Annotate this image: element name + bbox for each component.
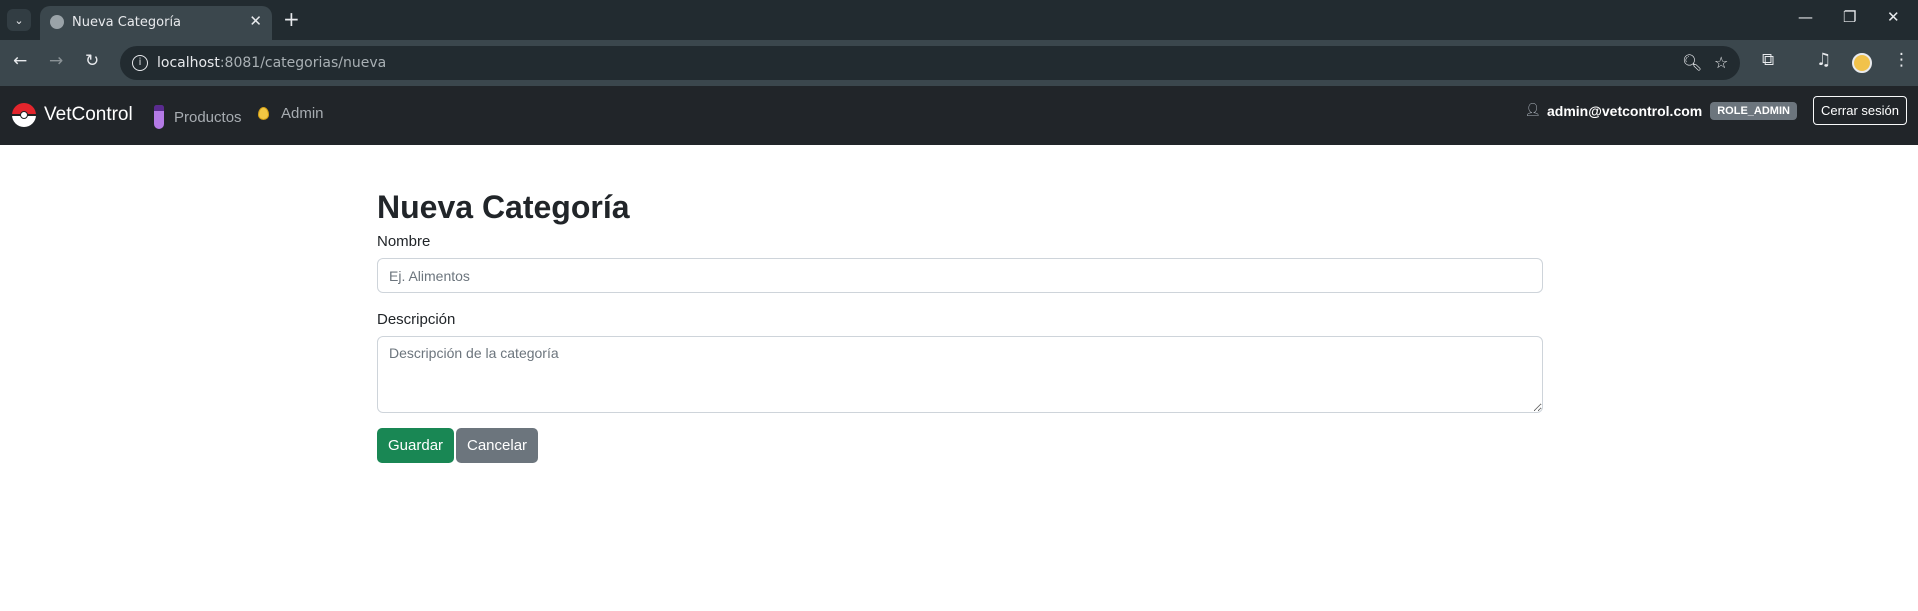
browser-tab[interactable]: Nueva Categoría ✕ — [40, 6, 272, 40]
cancel-button[interactable]: Cancelar — [456, 428, 539, 463]
role-badge: ROLE_ADMIN — [1710, 101, 1797, 120]
close-icon[interactable]: ✕ — [249, 12, 262, 30]
user-icon: 👤︎ — [1524, 103, 1541, 118]
save-button[interactable]: Guardar — [377, 428, 455, 463]
menu-icon[interactable]: ⋮ — [1893, 50, 1910, 70]
new-tab-icon[interactable]: + — [283, 7, 300, 31]
potion-icon — [154, 105, 164, 129]
back-icon[interactable]: ← — [13, 51, 27, 71]
nav-link-label: Productos — [174, 108, 242, 126]
restore-icon[interactable]: ❐ — [1843, 8, 1856, 26]
name-input[interactable] — [377, 258, 1543, 293]
brand-name: VetControl — [44, 104, 133, 125]
minimize-icon[interactable]: — — [1798, 8, 1813, 26]
browser-toolbar: ← → ↻ i localhost:8081/categorias/nueva … — [0, 40, 1918, 86]
profile-avatar[interactable] — [1852, 53, 1872, 73]
logout-button[interactable]: Cerrar sesión — [1812, 96, 1907, 125]
page-title: Nueva Categoría — [377, 189, 630, 225]
extensions-icon[interactable]: ⧉ — [1762, 50, 1774, 70]
tab-search-icon[interactable]: ⌄ — [7, 9, 31, 31]
zoom-icon[interactable]: 🔍︎ — [1682, 53, 1702, 72]
pokeball-icon — [12, 103, 36, 127]
nav-link-label: Admin — [281, 105, 324, 122]
tab-title: Nueva Categoría — [72, 15, 182, 30]
user-area: 👤︎ admin@vetcontrol.com ROLE_ADMIN Cerra… — [1524, 96, 1907, 125]
description-label: Descripción — [377, 311, 456, 328]
reload-icon[interactable]: ↻ — [85, 51, 99, 71]
description-textarea[interactable] — [377, 336, 1543, 413]
address-bar[interactable]: i localhost:8081/categorias/nueva 🔍︎ ☆ — [120, 46, 1740, 80]
url-text[interactable]: localhost:8081/categorias/nueva — [157, 55, 386, 71]
bookmark-star-icon[interactable]: ☆ — [1714, 53, 1728, 72]
nav-link-productos[interactable]: Productos — [154, 105, 242, 129]
media-icon[interactable]: ♫ — [1816, 50, 1831, 70]
nav-link-admin[interactable]: Admin — [258, 105, 324, 122]
name-label: Nombre — [377, 233, 431, 250]
forward-icon[interactable]: → — [49, 51, 63, 71]
user-email: admin@vetcontrol.com — [1547, 102, 1703, 119]
brand-link[interactable]: VetControl — [12, 103, 133, 127]
site-info-icon[interactable]: i — [132, 55, 148, 71]
app-navbar: VetControl Productos Admin 👤︎ admin@vetc… — [0, 86, 1918, 145]
window-close-icon[interactable]: ✕ — [1887, 8, 1900, 26]
globe-icon — [50, 15, 64, 29]
egg-icon — [258, 107, 269, 120]
browser-tabstrip: ⌄ Nueva Categoría ✕ + — ❐ ✕ — [0, 0, 1918, 40]
